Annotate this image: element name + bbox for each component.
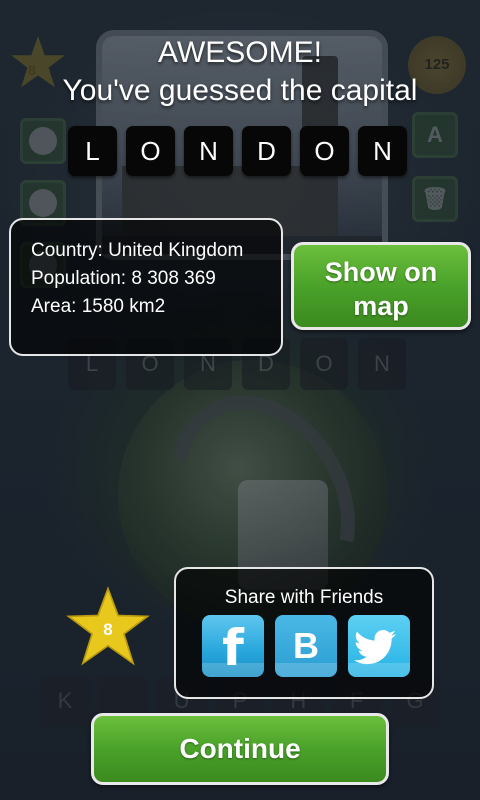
share-icons: f B <box>202 615 410 677</box>
success-headline: AWESOME! You've guessed the capital <box>0 34 480 110</box>
info-population: Population: 8 308 369 <box>31 268 216 289</box>
answer-tiles: L O N D O N <box>68 126 407 176</box>
star-reward-count: 8 <box>103 620 113 639</box>
info-area: Area: 1580 km2 <box>31 296 166 317</box>
answer-tile: N <box>358 126 407 176</box>
share-title: Share with Friends <box>224 587 384 608</box>
answer-tile: O <box>300 126 349 176</box>
twitter-icon[interactable] <box>348 615 410 677</box>
capital-info-panel: Country: United Kingdom Population: 8 30… <box>9 218 283 356</box>
vk-icon[interactable]: B <box>275 615 337 677</box>
answer-tile: D <box>242 126 291 176</box>
share-panel: Share with Friends f B <box>174 567 434 699</box>
answer-tile: N <box>184 126 233 176</box>
show-on-map-button[interactable]: Show on map <box>291 242 471 330</box>
continue-button[interactable]: Continue <box>91 713 389 785</box>
facebook-icon[interactable]: f <box>202 615 264 677</box>
answer-tile: L <box>68 126 117 176</box>
answer-tile: O <box>126 126 175 176</box>
headline-line1: AWESOME! <box>158 36 322 69</box>
info-country: Country: United Kingdom <box>31 240 244 261</box>
headline-line2: You've guessed the capital <box>62 74 418 107</box>
